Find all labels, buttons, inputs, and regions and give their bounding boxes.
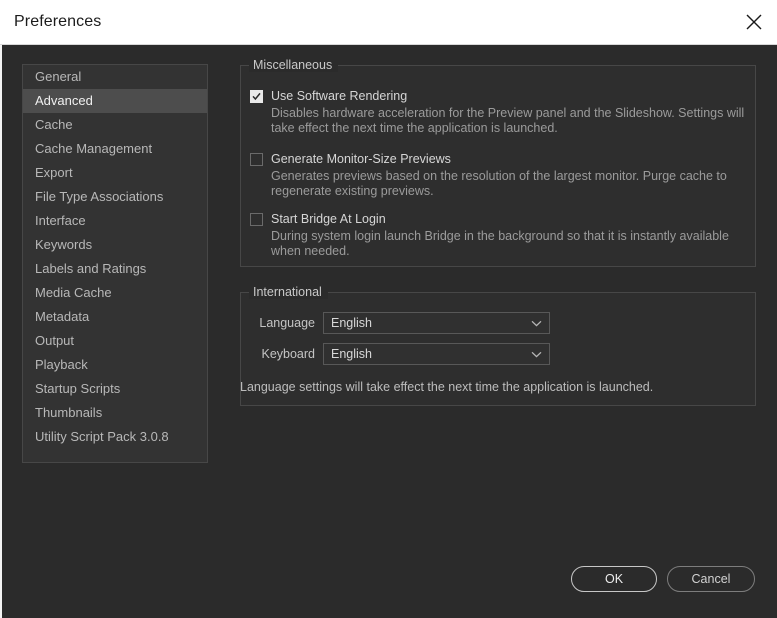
language-label: Language bbox=[259, 316, 315, 330]
sidebar-item-label: Thumbnails bbox=[35, 405, 103, 420]
sidebar-item-playback[interactable]: Playback bbox=[23, 353, 207, 377]
sidebar-item-advanced[interactable]: Advanced bbox=[23, 89, 207, 113]
window-left-edge bbox=[0, 45, 2, 618]
sidebar-item-media-cache[interactable]: Media Cache bbox=[23, 281, 207, 305]
sidebar-item-label: Advanced bbox=[35, 93, 93, 108]
sidebar-item-startup-scripts[interactable]: Startup Scripts bbox=[23, 377, 207, 401]
chevron-down-icon bbox=[531, 344, 542, 364]
sidebar-item-interface[interactable]: Interface bbox=[23, 209, 207, 233]
option-description: Disables hardware acceleration for the P… bbox=[271, 106, 745, 135]
language-row: Language English bbox=[244, 312, 550, 334]
international-group-title: International bbox=[249, 285, 328, 299]
sidebar-item-label: Export bbox=[35, 165, 73, 180]
option-description: During system login launch Bridge in the… bbox=[271, 229, 729, 258]
sidebar-item-label: Keywords bbox=[35, 237, 93, 252]
cancel-button[interactable]: Cancel bbox=[667, 566, 755, 592]
ok-button[interactable]: OK bbox=[571, 566, 657, 592]
sidebar-item-labels-and-ratings[interactable]: Labels and Ratings bbox=[23, 257, 207, 281]
keyboard-select[interactable]: English bbox=[323, 343, 550, 365]
option-label: Start Bridge At Login bbox=[271, 212, 386, 226]
sidebar-item-metadata[interactable]: Metadata bbox=[23, 305, 207, 329]
sidebar-item-label: Media Cache bbox=[35, 285, 112, 300]
close-icon bbox=[744, 12, 764, 32]
sidebar-item-cache-management[interactable]: Cache Management bbox=[23, 137, 207, 161]
option-label: Use Software Rendering bbox=[271, 89, 408, 103]
keyboard-row: Keyboard English bbox=[244, 343, 550, 365]
sidebar-item-label: Output bbox=[35, 333, 75, 348]
language-value: English bbox=[331, 316, 372, 330]
sidebar-item-label: Labels and Ratings bbox=[35, 261, 147, 276]
sidebar-item-export[interactable]: Export bbox=[23, 161, 207, 185]
sidebar-item-label: Cache bbox=[35, 117, 73, 132]
sidebar-item-output[interactable]: Output bbox=[23, 329, 207, 353]
option-description: Generates previews based on the resoluti… bbox=[271, 169, 727, 198]
checkbox-generate-monitor-size-previews[interactable] bbox=[250, 153, 263, 166]
preferences-category-list[interactable]: General Advanced Cache Cache Management … bbox=[22, 64, 208, 463]
miscellaneous-group: Miscellaneous Use Software Rendering Dis… bbox=[240, 58, 756, 267]
preferences-dialog: Preferences General Advanced Cache Cache… bbox=[0, 0, 777, 618]
sidebar-item-file-type-associations[interactable]: File Type Associations bbox=[23, 185, 207, 209]
checkbox-start-bridge-at-login[interactable] bbox=[250, 213, 263, 226]
language-select[interactable]: English bbox=[323, 312, 550, 334]
cancel-button-label: Cancel bbox=[691, 572, 731, 586]
keyboard-value: English bbox=[331, 347, 372, 361]
ok-button-label: OK bbox=[604, 572, 624, 586]
international-note: Language settings will take effect the n… bbox=[240, 380, 654, 394]
sidebar-item-label: Interface bbox=[35, 213, 86, 228]
sidebar-item-utility-script-pack[interactable]: Utility Script Pack 3.0.8 bbox=[23, 425, 207, 449]
close-button[interactable] bbox=[731, 0, 777, 44]
sidebar-item-label: Utility Script Pack 3.0.8 bbox=[35, 429, 169, 444]
miscellaneous-group-title: Miscellaneous bbox=[249, 58, 339, 72]
sidebar-item-label: Startup Scripts bbox=[35, 381, 121, 396]
option-use-software-rendering[interactable]: Use Software Rendering Disables hardware… bbox=[250, 88, 749, 136]
checkbox-use-software-rendering[interactable] bbox=[250, 90, 263, 103]
option-generate-monitor-size-previews[interactable]: Generate Monitor-Size Previews Generates… bbox=[250, 151, 749, 199]
sidebar-item-thumbnails[interactable]: Thumbnails bbox=[23, 401, 207, 425]
sidebar-item-label: Playback bbox=[35, 357, 88, 372]
title-bar: Preferences bbox=[0, 0, 777, 45]
sidebar-item-label: Cache Management bbox=[35, 141, 153, 156]
sidebar-item-cache[interactable]: Cache bbox=[23, 113, 207, 137]
sidebar-item-general[interactable]: General bbox=[23, 65, 207, 89]
sidebar-item-label: General bbox=[35, 69, 82, 84]
option-start-bridge-at-login[interactable]: Start Bridge At Login During system logi… bbox=[250, 211, 749, 259]
window-title: Preferences bbox=[14, 13, 102, 30]
keyboard-label: Keyboard bbox=[261, 347, 315, 361]
sidebar-item-label: Metadata bbox=[35, 309, 90, 324]
chevron-down-icon bbox=[531, 313, 542, 333]
sidebar-item-label: File Type Associations bbox=[35, 189, 164, 204]
option-label: Generate Monitor-Size Previews bbox=[271, 152, 451, 166]
sidebar-item-keywords[interactable]: Keywords bbox=[23, 233, 207, 257]
